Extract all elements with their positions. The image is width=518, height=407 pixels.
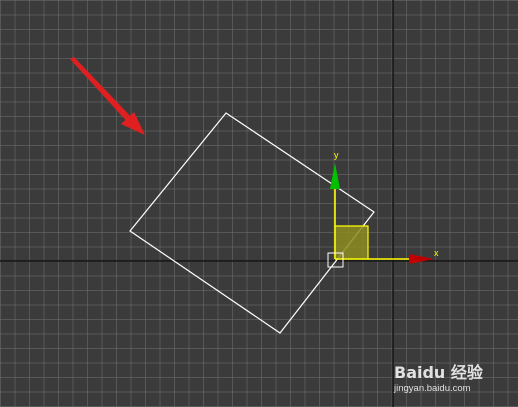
rotated-rectangle-shape[interactable]: [129, 112, 375, 334]
gizmo-x-arrow[interactable]: [409, 254, 434, 264]
viewport-front[interactable]: y x Baidu 经验 jingyan.baidu.com: [0, 0, 518, 407]
watermark-url: jingyan.baidu.com: [394, 383, 471, 394]
gizmo-x-label: x: [434, 248, 439, 258]
gizmo-y-label: y: [334, 150, 339, 160]
viewport-scene: y x: [0, 0, 518, 407]
xy-plane-handle[interactable]: [335, 226, 368, 259]
baidu-jingyan-watermark: Baidu 经验 jingyan.baidu.com: [394, 357, 490, 401]
watermark-brand: Baidu 经验: [394, 363, 483, 382]
gizmo-y-arrow[interactable]: [330, 163, 340, 189]
annotation-arrow: [70, 57, 145, 135]
